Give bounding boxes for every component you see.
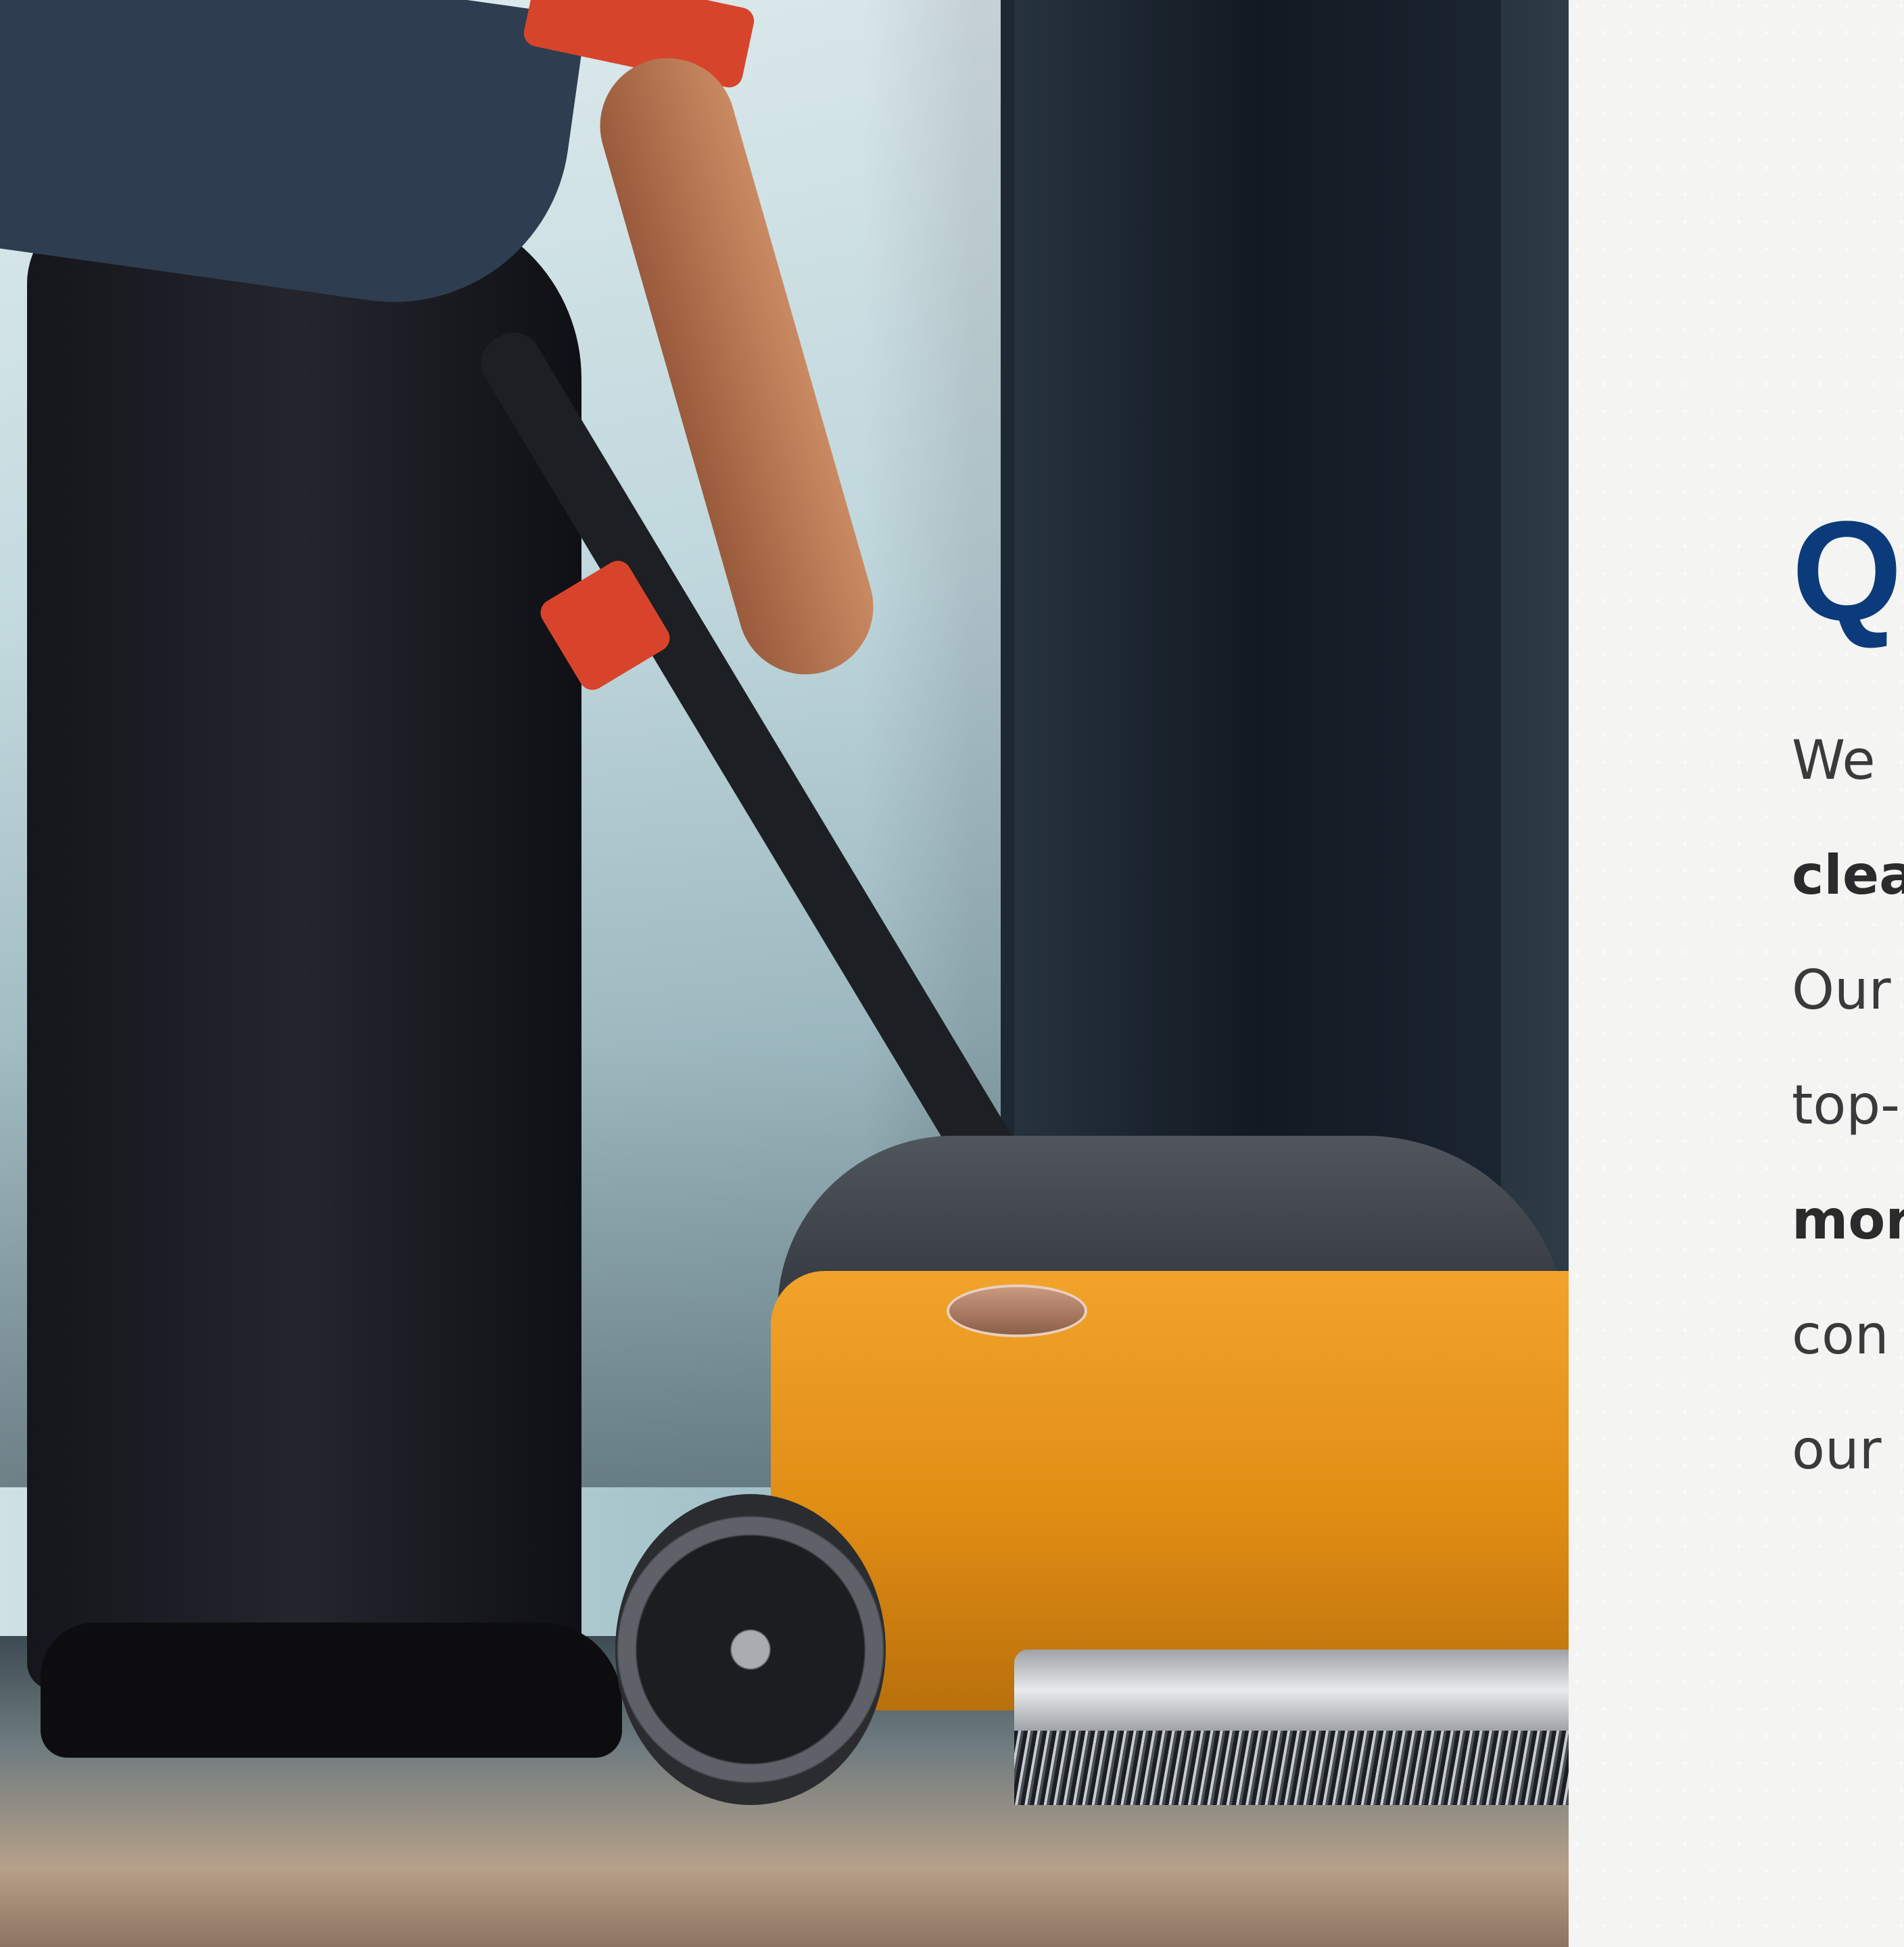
hero-photo [0, 0, 1569, 1947]
description-line: our [1792, 1418, 1882, 1481]
description-line: clea [1792, 844, 1904, 907]
description-line: We [1792, 729, 1876, 792]
text-panel: Q We clea Our top- mor con our [1569, 0, 1904, 1947]
machine-wheel [615, 1494, 886, 1805]
section-heading: Q [1792, 491, 1903, 650]
machine-brand-badge [947, 1284, 1087, 1337]
description-lines: We clea Our top- mor con our [1792, 703, 1904, 1508]
worker-shoe [41, 1622, 622, 1758]
description-line: con [1792, 1303, 1889, 1366]
machine-body [771, 1271, 1569, 1710]
worker-legs [27, 203, 581, 1690]
brush-bristles [1014, 1731, 1569, 1805]
dark-pillar [1014, 0, 1501, 1284]
description-line: top- [1792, 1074, 1900, 1136]
description-line: Our [1792, 959, 1891, 1021]
description-line: mor [1792, 1188, 1904, 1251]
